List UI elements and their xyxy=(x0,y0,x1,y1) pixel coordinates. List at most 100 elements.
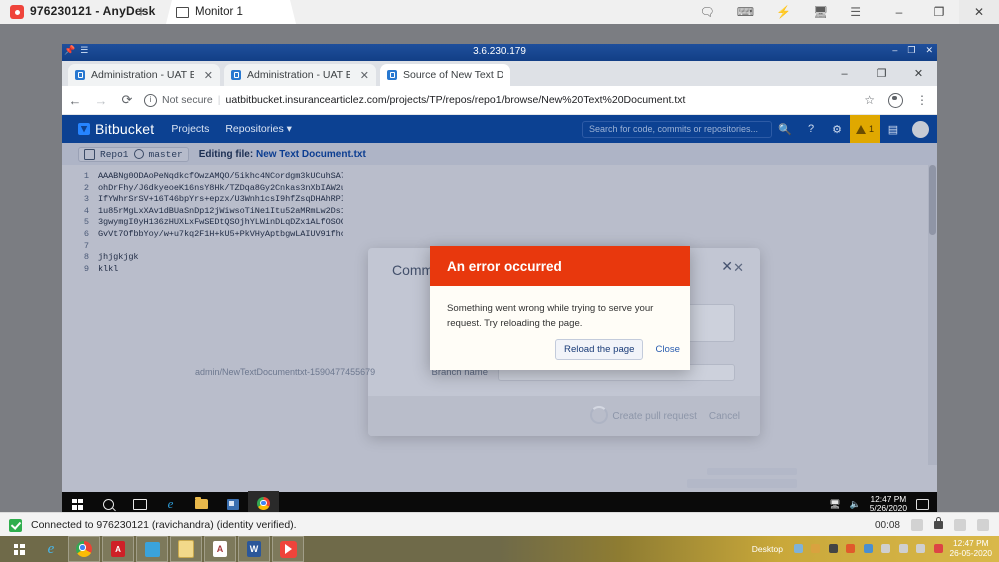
tray-icon-2[interactable] xyxy=(811,544,821,553)
security-label: Not secure xyxy=(162,94,213,106)
gear-icon[interactable]: ⚙ xyxy=(824,115,850,143)
commit-modal-cancel-button[interactable]: Cancel xyxy=(709,411,740,422)
warning-badge[interactable]: 1 xyxy=(850,115,880,143)
error-close-button[interactable]: Close xyxy=(655,344,680,355)
paint-icon[interactable] xyxy=(136,536,168,562)
line-text: AAABNg0ODAoPeNqdkcfOwzAMQO/5ikhc4NCordgm… xyxy=(98,171,343,181)
error-dialog-title: An error occurred xyxy=(447,258,562,274)
info-icon[interactable]: i xyxy=(144,93,157,107)
nav-repositories[interactable]: Repositories ▾ xyxy=(225,123,292,135)
chat-icon[interactable]: 🗨 xyxy=(699,6,714,18)
anydesk-close-button[interactable]: ✕ xyxy=(959,0,999,24)
chrome-window-controls: – ❐ ✕ xyxy=(826,61,937,86)
bookmark-star-icon[interactable]: ☆ xyxy=(864,93,875,107)
network-icon[interactable]: 🖥 xyxy=(829,499,840,510)
notification-icon[interactable] xyxy=(916,498,929,510)
scrollbar-thumb[interactable] xyxy=(929,165,936,235)
host-clock[interactable]: 12:47 PM 26-05-2020 xyxy=(950,539,992,558)
bitbucket-header-right: Search for code, commits or repositories… xyxy=(582,115,937,143)
search-icon[interactable]: 🔍 xyxy=(772,115,798,143)
create-pull-request-button[interactable]: Create pull request xyxy=(612,411,697,422)
anydesk-minimize-button[interactable]: – xyxy=(879,0,919,24)
action-icon[interactable]: ⚡ xyxy=(776,6,791,18)
chrome-tab-3[interactable]: Source of New Text Docum xyxy=(380,64,510,86)
start-icon[interactable] xyxy=(4,537,34,561)
tray-icon-5[interactable] xyxy=(863,544,873,553)
word-icon[interactable]: W xyxy=(238,536,270,562)
commit-modal-close-icon[interactable]: ✕ xyxy=(733,260,744,276)
host-taskbar-icons: e A A W xyxy=(0,536,304,562)
chrome-tab-1[interactable]: Administration - UAT Bitbucket ✕ xyxy=(68,64,220,86)
bitbucket-logo[interactable]: Bitbucket xyxy=(78,121,154,137)
notepad-icon[interactable] xyxy=(170,536,202,562)
display-icon[interactable]: 🖥 xyxy=(813,6,828,18)
anydesk-new-tab-button[interactable]: + xyxy=(136,2,146,22)
help-icon[interactable]: ? xyxy=(798,115,824,143)
repo-branch-pill[interactable]: Repo1 master xyxy=(78,146,189,162)
keyboard-icon[interactable]: ⌨ xyxy=(737,6,754,18)
nav-projects[interactable]: Projects xyxy=(171,123,209,135)
volume-icon[interactable] xyxy=(881,544,891,553)
forward-button[interactable]: → xyxy=(88,93,114,108)
battery-icon[interactable] xyxy=(916,544,926,553)
tray-icon-3[interactable] xyxy=(828,544,838,553)
tasks-icon[interactable]: ▤ xyxy=(880,115,906,143)
show-desktop-label[interactable]: Desktop xyxy=(752,544,783,554)
anydesk-tab-monitor1[interactable]: Monitor 1 xyxy=(166,0,296,24)
chrome-minimize-button[interactable]: – xyxy=(826,61,863,86)
profile-icon[interactable] xyxy=(888,92,903,108)
page-scrollbar[interactable] xyxy=(928,165,937,465)
chrome-tab-1-close-icon[interactable]: ✕ xyxy=(200,69,213,82)
remote-desktop-canvas[interactable]: 📌 ☰ 3.6.230.179 – ❐ ✕ Administration - U… xyxy=(0,24,999,530)
acrobat-icon[interactable]: A xyxy=(102,536,134,562)
access-icon[interactable]: A xyxy=(204,536,236,562)
code-line: 5 3gwymgI0yH136zHUXLxFwSEDtQSOjhYLWinDLq… xyxy=(62,217,937,229)
address-bar[interactable]: i Not secure | uatbitbucket.insuranceart… xyxy=(144,91,864,110)
line-number: 8 xyxy=(83,252,89,263)
session-settings-icon[interactable] xyxy=(977,519,989,531)
session-info-icon[interactable] xyxy=(954,519,966,531)
chrome-tab-2-close-icon[interactable]: ✕ xyxy=(356,69,369,82)
reload-page-button[interactable]: Reload the page xyxy=(555,339,644,360)
anydesk-maximize-button[interactable]: ❐ xyxy=(919,0,959,24)
reload-button[interactable]: ⟳ xyxy=(114,92,140,108)
network-icon[interactable] xyxy=(898,544,908,553)
chrome-tab-3-label: Source of New Text Docum xyxy=(403,69,503,81)
chrome-close-button[interactable]: ✕ xyxy=(900,61,937,86)
anydesk-icon[interactable] xyxy=(272,536,304,562)
error-dialog-close-icon[interactable]: ✕ xyxy=(721,258,733,275)
search-input[interactable]: Search for code, commits or repositories… xyxy=(582,120,772,138)
chrome-tab-2[interactable]: Administration - UAT Bitbucket ✕ xyxy=(224,64,376,86)
line-text: ohDrFhy/J6dkyeoeK16nsY8Hk/TZDqa8Gy2Cnkas… xyxy=(98,182,343,193)
chrome-maximize-button[interactable]: ❐ xyxy=(863,61,900,86)
chrome-icon[interactable] xyxy=(68,536,100,562)
rdp-restore-button[interactable]: ❐ xyxy=(907,45,915,56)
tray-icon-1[interactable] xyxy=(793,544,803,553)
bitbucket-favicon xyxy=(231,70,241,80)
repo-name: Repo1 xyxy=(100,148,129,160)
antivirus-icon[interactable] xyxy=(933,544,943,553)
menu-icon[interactable]: ☰ xyxy=(850,6,861,18)
bitbucket-header: Bitbucket Projects Repositories ▾ Search… xyxy=(62,115,937,143)
line-number: 2 xyxy=(83,182,89,193)
volume-icon[interactable]: 🔈 xyxy=(850,499,861,510)
line-number: 6 xyxy=(83,228,89,239)
branch-name: master xyxy=(148,148,183,160)
avatar[interactable] xyxy=(912,120,929,138)
code-line: 3 IfYWhrSrSV+16T46bpYrs+epzx/U3Wnh1csI9h… xyxy=(62,194,937,206)
host-taskbar: e A A W Desktop 12:47 PM 26-05-2020 xyxy=(0,536,999,562)
branch-icon xyxy=(133,149,144,159)
session-refresh-icon[interactable] xyxy=(911,519,923,531)
inner-clock[interactable]: 12:47 PM 5/26/2020 xyxy=(870,494,907,513)
back-button[interactable]: ← xyxy=(62,93,88,108)
chrome-menu-icon[interactable]: ⋮ xyxy=(916,93,928,107)
rdp-minimize-button[interactable]: – xyxy=(892,45,897,56)
line-text: klkl xyxy=(98,263,119,274)
rdp-close-button[interactable]: ✕ xyxy=(925,45,933,56)
host-clock-time: 12:47 PM xyxy=(953,538,989,549)
edge-icon[interactable]: e xyxy=(36,537,66,561)
tray-icon-4[interactable] xyxy=(846,544,856,553)
anydesk-window-controls: – ❐ ✕ xyxy=(879,0,999,24)
monitor-icon xyxy=(176,6,189,18)
anydesk-titlebar: 976230121 - AnyDesk + Monitor 1 🗨 ⌨ ⚡ 🖥 … xyxy=(0,0,999,25)
